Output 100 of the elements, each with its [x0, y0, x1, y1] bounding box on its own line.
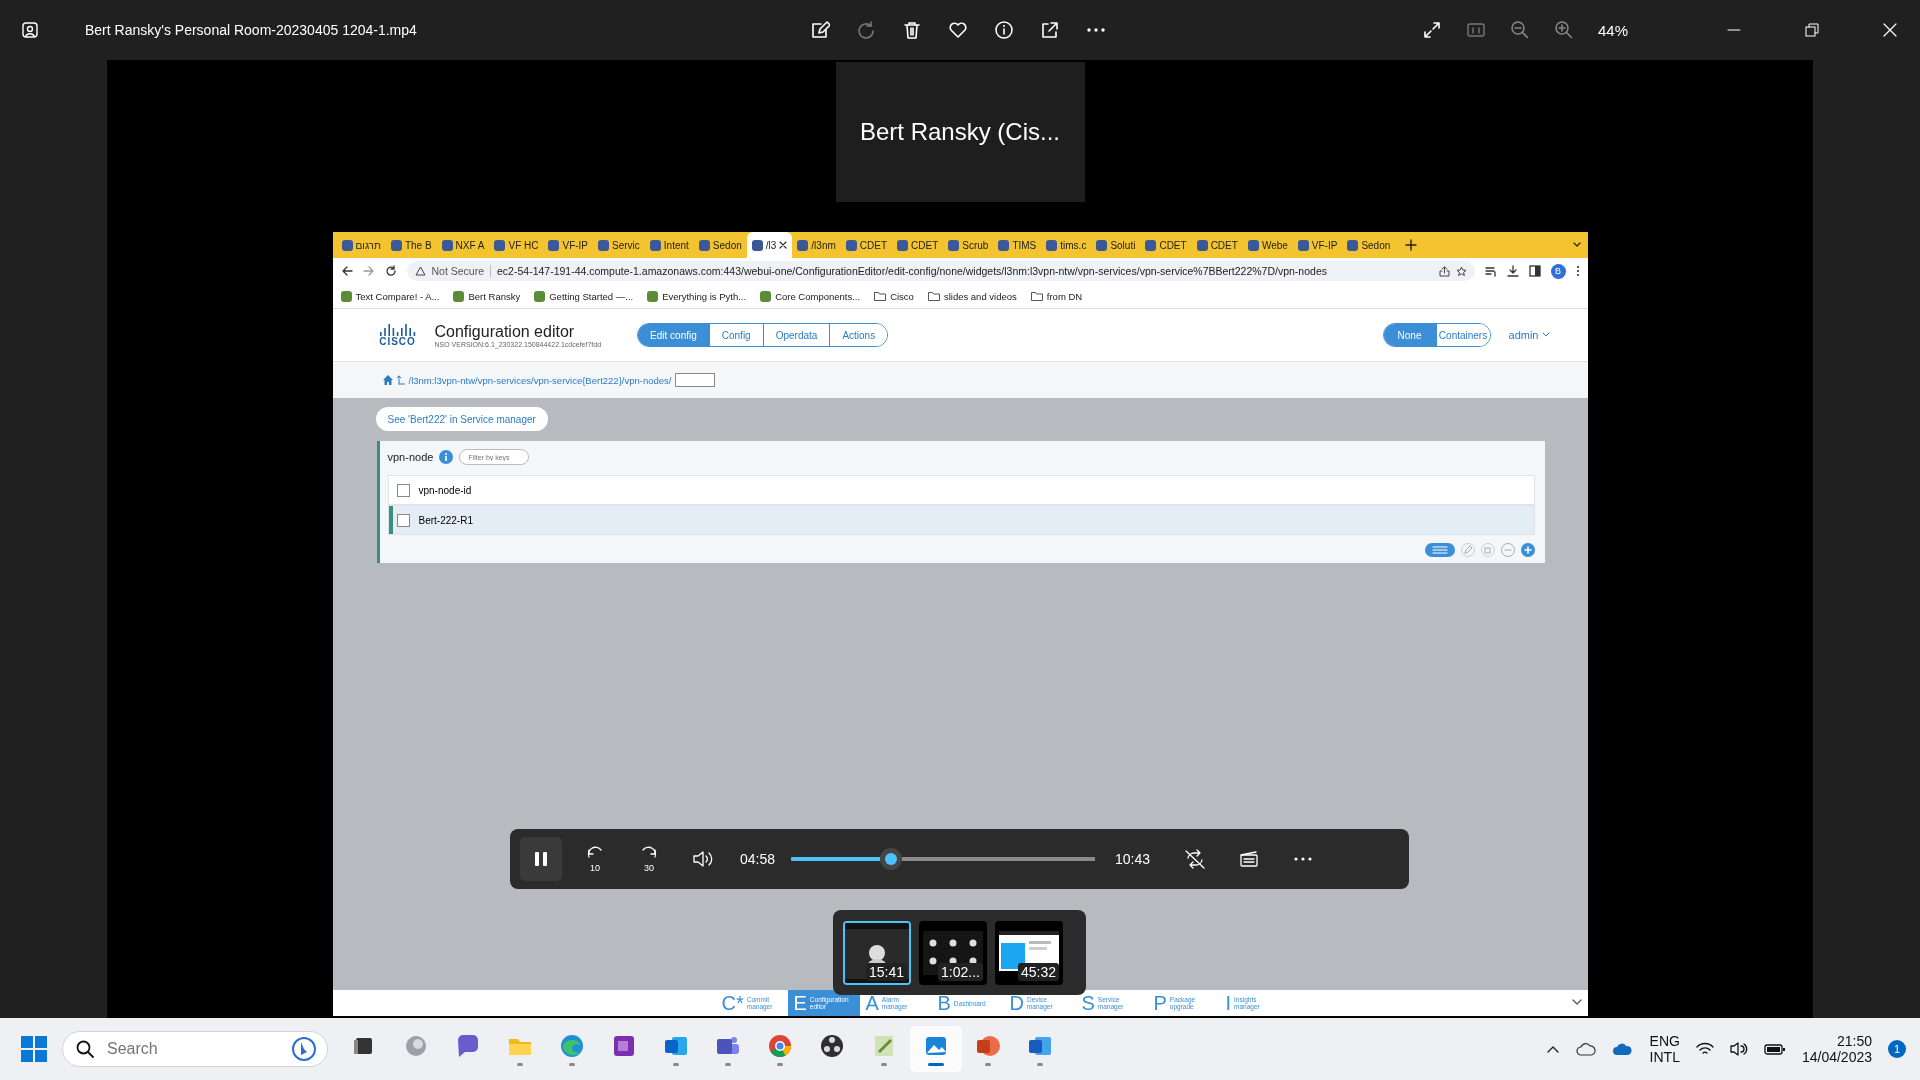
- user-menu[interactable]: admin: [1508, 329, 1550, 341]
- kebab-menu-icon[interactable]: [1575, 265, 1580, 277]
- bookmark[interactable]: Cisco: [874, 290, 914, 302]
- battery-icon[interactable]: [1763, 1042, 1786, 1056]
- expand-icon[interactable]: [1421, 20, 1442, 40]
- browser-tab[interactable]: Sedon: [1342, 232, 1396, 258]
- favicon-icon: [998, 239, 1010, 251]
- zoom-out-icon[interactable]: [1509, 20, 1530, 40]
- favicon-icon: [1145, 239, 1157, 251]
- browser-tab[interactable]: NXF A: [436, 232, 490, 258]
- browser-tab[interactable]: Soluti: [1091, 232, 1141, 258]
- cloud-icon[interactable]: [1575, 1042, 1596, 1056]
- delete-icon[interactable]: [902, 20, 922, 40]
- edit-icon: [1460, 543, 1475, 557]
- reload-icon[interactable]: [384, 265, 397, 277]
- bookmark[interactable]: Bert Ransky: [453, 290, 521, 302]
- bookmark[interactable]: Core Components...: [760, 290, 861, 302]
- browser-tab[interactable]: תרגום: [336, 232, 386, 258]
- wifi-icon[interactable]: [1695, 1042, 1714, 1056]
- chapter-thumbnail[interactable]: 45:32: [995, 920, 1063, 985]
- cloud-icon[interactable]: [1611, 1042, 1634, 1056]
- favicon-icon: [797, 239, 809, 251]
- zoom-in-icon[interactable]: [1553, 20, 1574, 40]
- rotate-icon: [856, 20, 876, 40]
- browser-tab[interactable]: CDET: [1140, 232, 1192, 258]
- bookmark[interactable]: Text Compare! - A...: [340, 290, 440, 302]
- share-icon[interactable]: [1040, 20, 1060, 40]
- chapter-thumbnail[interactable]: 15:41: [843, 920, 911, 985]
- browser-tab[interactable]: The B: [385, 232, 437, 258]
- search-field[interactable]: Search: [62, 1031, 328, 1067]
- favicon-icon: [340, 290, 352, 302]
- up-level-icon[interactable]: [396, 375, 405, 385]
- browser-tab[interactable]: Webe: [1242, 232, 1293, 258]
- zoom-level: 44%: [1597, 21, 1628, 39]
- reading-list-icon[interactable]: [1484, 265, 1497, 277]
- browser-tab[interactable]: CDET: [1191, 232, 1243, 258]
- folder-icon: [1030, 291, 1043, 301]
- browser-tab[interactable]: VF-IP: [543, 232, 594, 258]
- favicon-icon: [453, 290, 465, 302]
- start-icon[interactable]: [20, 1035, 48, 1063]
- favicon-icon: [390, 239, 402, 251]
- skip-back-button[interactable]: 10: [574, 837, 616, 881]
- service-manager-link[interactable]: See 'Bert222' in Service manager: [375, 407, 548, 431]
- browser-tab[interactable]: Servic: [593, 232, 645, 258]
- browser-tab[interactable]: Scrub: [943, 232, 994, 258]
- heart-icon[interactable]: [948, 20, 968, 40]
- favicon-icon: [1297, 239, 1309, 251]
- search-icon: [76, 1040, 94, 1058]
- path-input-field[interactable]: [675, 373, 716, 387]
- download-icon[interactable]: [1506, 265, 1519, 277]
- browser-tab[interactable]: Sedon: [693, 232, 747, 258]
- favicon-icon: [1247, 239, 1259, 251]
- list-view-icon[interactable]: [1424, 543, 1455, 557]
- browser-tab[interactable]: /l3: [746, 232, 793, 258]
- checkbox[interactable]: [396, 513, 410, 527]
- new-tab-icon[interactable]: [1405, 239, 1418, 251]
- bookmark[interactable]: Everything is Pyth...: [647, 290, 747, 302]
- home-icon[interactable]: [382, 375, 393, 385]
- view-toggle[interactable]: Containers: [1435, 324, 1490, 346]
- browser-tab[interactable]: Intent: [644, 232, 694, 258]
- address-bar[interactable]: Not Secure ec2-54-147-191-44.compute-1.amazonaws.com:443/webui-one/ConfigurationEditor/edit-config/none/widgets/l3nm:l3vpn-ntw/vpn-services/vpn-service%7BBert222%7D/vpn-nodes: [406, 261, 1475, 281]
- chevron-down-icon[interactable]: [1571, 998, 1582, 1006]
- browser-tab[interactable]: TIMS: [993, 232, 1042, 258]
- volume-icon[interactable]: [1729, 1041, 1748, 1057]
- notification-badge[interactable]: 1: [1888, 1040, 1906, 1058]
- edit-icon[interactable]: [810, 20, 830, 40]
- bookmark[interactable]: slides and videos: [927, 290, 1017, 302]
- chapter-thumbnail[interactable]: 1:02...: [919, 920, 987, 985]
- folder-icon: [927, 291, 940, 301]
- favicon-icon: [494, 239, 506, 251]
- bookmark[interactable]: from DN: [1030, 290, 1083, 302]
- close-icon[interactable]: [779, 241, 788, 249]
- maximize-icon[interactable]: [1804, 22, 1820, 38]
- profile-avatar[interactable]: B: [1550, 263, 1566, 279]
- breadcrumb-path[interactable]: /l3nm:l3vpn-ntw/vpn-services/vpn-service{Bert222}/vpn-nodes/: [408, 374, 672, 386]
- browser-tab[interactable]: VF HC: [489, 232, 544, 258]
- favicon-icon: [441, 239, 453, 251]
- table-row[interactable]: Bert-222-R1: [387, 505, 1535, 535]
- share-icon[interactable]: [1438, 265, 1450, 277]
- browser-tab[interactable]: tims.c: [1041, 232, 1092, 258]
- checkbox[interactable]: [396, 483, 410, 497]
- photo-icon[interactable]: [21, 21, 39, 39]
- browser-tab[interactable]: CDET: [892, 232, 944, 258]
- browser-tab[interactable]: VF-IP: [1292, 232, 1343, 258]
- back-icon[interactable]: [340, 265, 353, 277]
- skip-forward-button[interactable]: 30: [628, 837, 670, 881]
- clock[interactable]: 21:50 14/04/2023: [1801, 1033, 1872, 1065]
- bookmark[interactable]: Getting Started —...: [534, 290, 634, 302]
- sidebar-icon[interactable]: [1528, 265, 1541, 277]
- repeat-off-icon: [1184, 849, 1207, 869]
- favicon-icon: [751, 239, 763, 251]
- browser-tab[interactable]: CDET: [840, 232, 893, 258]
- browser-tab[interactable]: /l3nm: [792, 232, 841, 258]
- plus-icon[interactable]: [1520, 543, 1535, 557]
- pause-button[interactable]: [520, 837, 562, 881]
- mode-tab[interactable]: Actions: [829, 324, 888, 346]
- star-icon[interactable]: [1455, 265, 1467, 277]
- info-icon[interactable]: [994, 20, 1014, 40]
- app-title: Configuration editor: [434, 322, 576, 341]
- language-indicator[interactable]: ENG INTL: [1649, 1033, 1680, 1065]
